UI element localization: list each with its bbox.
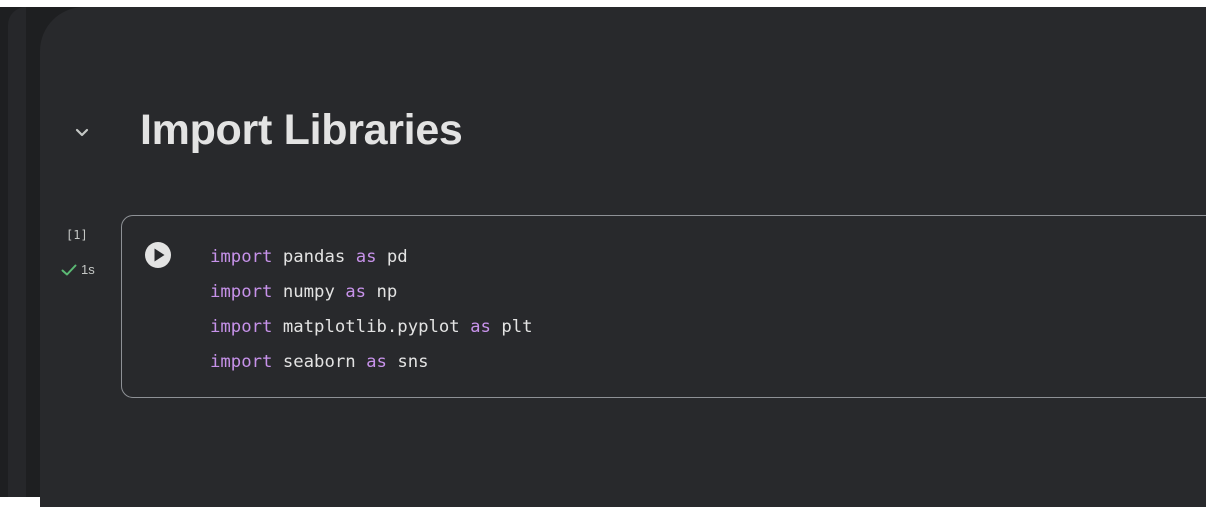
module-alias: np	[376, 282, 398, 302]
module-name: seaborn	[282, 352, 356, 372]
left-sidebar-edge	[8, 7, 26, 497]
code-line: import numpy as np	[210, 275, 533, 310]
module-alias: sns	[397, 352, 429, 372]
module-name: pandas	[282, 247, 346, 267]
keyword-import: import	[210, 317, 273, 337]
code-line: import matplotlib.pyplot as plt	[210, 310, 533, 345]
module-name: numpy	[282, 282, 335, 302]
sidebar-gap	[26, 7, 40, 497]
keyword-import: import	[210, 282, 273, 302]
code-editor[interactable]: import pandas as pd import numpy as np i…	[210, 240, 533, 380]
run-cell-button[interactable]	[143, 240, 173, 270]
module-alias: pd	[386, 247, 408, 267]
keyword-import: import	[210, 247, 273, 267]
module-name: matplotlib.pyplot	[282, 317, 460, 337]
section-collapse-button[interactable]	[70, 121, 94, 145]
execution-duration: 1s	[81, 262, 95, 277]
keyword-as: as	[345, 282, 367, 302]
section-title: Import Libraries	[140, 106, 463, 154]
module-alias: plt	[501, 317, 533, 337]
keyword-import: import	[210, 352, 273, 372]
keyword-as: as	[470, 317, 491, 337]
code-line: import pandas as pd	[210, 240, 533, 275]
execution-count: [1]	[66, 228, 88, 242]
code-line: import seaborn as sns	[210, 345, 533, 380]
play-circle-icon	[145, 242, 171, 268]
check-icon	[61, 264, 77, 275]
keyword-as: as	[355, 247, 377, 267]
chevron-down-icon	[75, 128, 89, 137]
execution-status: 1s	[61, 262, 95, 277]
keyword-as: as	[366, 352, 387, 372]
